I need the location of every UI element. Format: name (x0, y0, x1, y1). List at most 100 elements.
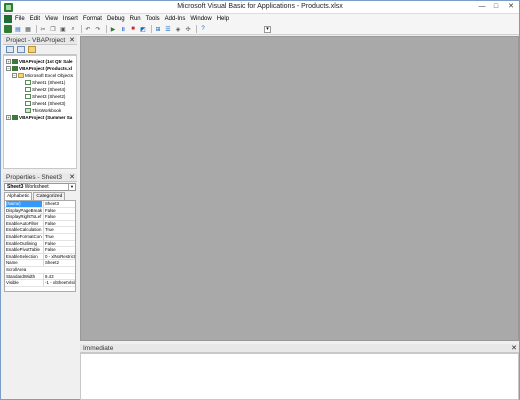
immediate-input[interactable] (80, 353, 519, 400)
property-name: DisplayRightToLef (6, 214, 42, 220)
menu-debug[interactable]: Debug (107, 16, 125, 22)
toolbox-icon[interactable]: ✣ (184, 25, 192, 33)
property-value[interactable]: False (43, 220, 75, 227)
property-value[interactable]: False (43, 240, 75, 247)
menu-run[interactable]: Run (130, 16, 141, 22)
tab-alphabetic[interactable]: Alphabetic (4, 192, 33, 200)
property-value[interactable]: False (43, 247, 75, 254)
redo-icon[interactable]: ↷ (94, 25, 102, 33)
tree-item-project-1[interactable]: + VBAProject (1st Qtr Sale (6, 58, 73, 65)
properties-tabs: Alphabetic Categorized (4, 192, 66, 200)
properties-window-icon[interactable]: ☰ (164, 25, 172, 33)
tree-item-project-2[interactable]: − VBAProject (Products.xl (6, 65, 72, 72)
tree-item-sheet3[interactable]: Sheet3 (Sheet2) (25, 93, 65, 100)
tree-item-excel-objects[interactable]: − Microsoft Excel Objects (12, 72, 73, 79)
menu-file[interactable]: File (15, 16, 25, 22)
tree-item-sheet4[interactable]: Sheet4 (Sheet3) (25, 100, 65, 107)
save-icon[interactable]: ▦ (24, 25, 32, 33)
property-row[interactable]: EnableOutlining False (5, 240, 75, 248)
property-row[interactable]: EnableSelection 0 - xlNoRestrict (5, 253, 75, 261)
help-icon[interactable]: ? (199, 25, 207, 33)
menu-tools[interactable]: Tools (146, 16, 160, 22)
menu-format[interactable]: Format (83, 16, 102, 22)
property-row[interactable]: EnableFormatCon True (5, 234, 75, 241)
project-tree: + VBAProject (1st Qtr Sale − VBAProject … (3, 55, 77, 169)
close-project-pane-icon[interactable]: ✕ (69, 36, 75, 45)
immediate-pane-title: Immediate (83, 345, 114, 352)
property-row[interactable]: (Name) Sheet3 (5, 201, 75, 208)
minimize-button[interactable]: — (475, 2, 489, 12)
paste-icon[interactable]: ▣ (59, 25, 67, 33)
folder-icon (18, 73, 24, 78)
vba-project-icon (12, 59, 18, 64)
property-row[interactable]: EnablePivotTable False (5, 247, 75, 254)
project-pane-header: Project - VBAProject ✕ (3, 36, 77, 45)
property-value[interactable]: False (43, 214, 75, 221)
toolbar-separator (81, 25, 82, 33)
property-row[interactable]: EnableCalculation True (5, 227, 75, 234)
property-row[interactable]: EnableAutoFilter False (5, 220, 75, 228)
tree-item-project-3[interactable]: + VBAProject (Summer Sa (6, 114, 72, 121)
cut-icon[interactable]: ✂ (39, 25, 47, 33)
excel-menu-icon[interactable] (4, 15, 12, 23)
view-code-icon[interactable] (6, 46, 14, 53)
tree-item-sheet2[interactable]: Sheet2 (Sheet4) (25, 86, 65, 93)
view-object-icon[interactable] (17, 46, 25, 53)
tree-item-sheet1[interactable]: Sheet1 (Sheet1) (25, 79, 65, 86)
property-row[interactable]: DisplayRightToLef False (5, 214, 75, 221)
design-mode-icon[interactable]: ◩ (139, 25, 147, 33)
tab-categorized[interactable]: Categorized (33, 192, 66, 200)
toolbar-options-icon[interactable]: ▾ (264, 26, 271, 33)
expand-icon[interactable]: + (6, 59, 11, 64)
code-window-area[interactable] (80, 36, 519, 341)
tree-item-thisworkbook[interactable]: ThisWorkbook (25, 107, 61, 114)
property-value[interactable]: True (43, 227, 75, 234)
collapse-icon[interactable]: − (6, 66, 11, 71)
menu-view[interactable]: View (45, 16, 58, 22)
menu-help[interactable]: Help (217, 16, 229, 22)
property-name: StandardWidth (6, 273, 36, 279)
reset-icon[interactable]: ■ (129, 25, 137, 33)
property-value[interactable]: Sheet2 (43, 260, 75, 267)
property-value[interactable]: True (43, 234, 75, 240)
property-row[interactable]: ScrollArea (5, 267, 75, 274)
project-pane-title: Project - VBAProject (6, 37, 66, 44)
close-window-button[interactable]: ✕ (504, 2, 518, 12)
object-selector[interactable]: Sheet3 Worksheet ▼ (4, 183, 76, 191)
property-name: EnableAutoFilter (6, 220, 39, 226)
view-excel-icon[interactable] (4, 25, 12, 33)
property-value[interactable]: False (43, 207, 75, 214)
tree-item-label: VBAProject (1st Qtr Sale (19, 59, 73, 64)
break-icon[interactable]: ॥ (119, 25, 127, 33)
toggle-folders-icon[interactable] (28, 46, 36, 53)
menu-window[interactable]: Window (190, 16, 211, 22)
collapse-icon[interactable]: − (12, 73, 17, 78)
chevron-down-icon[interactable]: ▼ (68, 184, 75, 190)
property-value[interactable]: -1 - xlSheetVisib (43, 280, 75, 287)
object-browser-icon[interactable]: ◈ (174, 25, 182, 33)
insert-module-icon[interactable]: ▤ (14, 25, 22, 33)
toolbar-separator (196, 25, 197, 33)
property-row[interactable]: Name Sheet2 (5, 260, 75, 267)
menu-insert[interactable]: Insert (63, 16, 78, 22)
undo-icon[interactable]: ↶ (84, 25, 92, 33)
property-row[interactable]: DisplayPageBreak False (5, 207, 75, 215)
expand-icon[interactable]: + (6, 115, 11, 120)
vba-editor-window: Microsoft Visual Basic for Applications … (0, 0, 520, 400)
property-value[interactable]: 8.43 (43, 273, 75, 280)
close-immediate-pane-icon[interactable]: ✕ (511, 344, 517, 353)
project-explorer-icon[interactable]: ⊞ (154, 25, 162, 33)
property-name: EnableFormatCon (6, 234, 42, 239)
property-value[interactable]: Sheet3 (43, 201, 75, 207)
menu-edit[interactable]: Edit (30, 16, 40, 22)
tree-item-label: Sheet3 (Sheet2) (32, 94, 66, 99)
property-row[interactable]: Visible -1 - xlSheetVisib (5, 280, 75, 287)
property-row[interactable]: StandardWidth 8.43 (5, 273, 75, 281)
run-icon[interactable]: ▶ (109, 25, 117, 33)
menu-add-ins[interactable]: Add-Ins (165, 16, 186, 22)
find-icon[interactable]: ⌕ (69, 25, 77, 33)
copy-icon[interactable]: ❐ (49, 25, 57, 33)
property-value[interactable]: 0 - xlNoRestrict (43, 253, 75, 260)
close-properties-pane-icon[interactable]: ✕ (69, 173, 75, 182)
maximize-button[interactable]: □ (489, 2, 503, 12)
